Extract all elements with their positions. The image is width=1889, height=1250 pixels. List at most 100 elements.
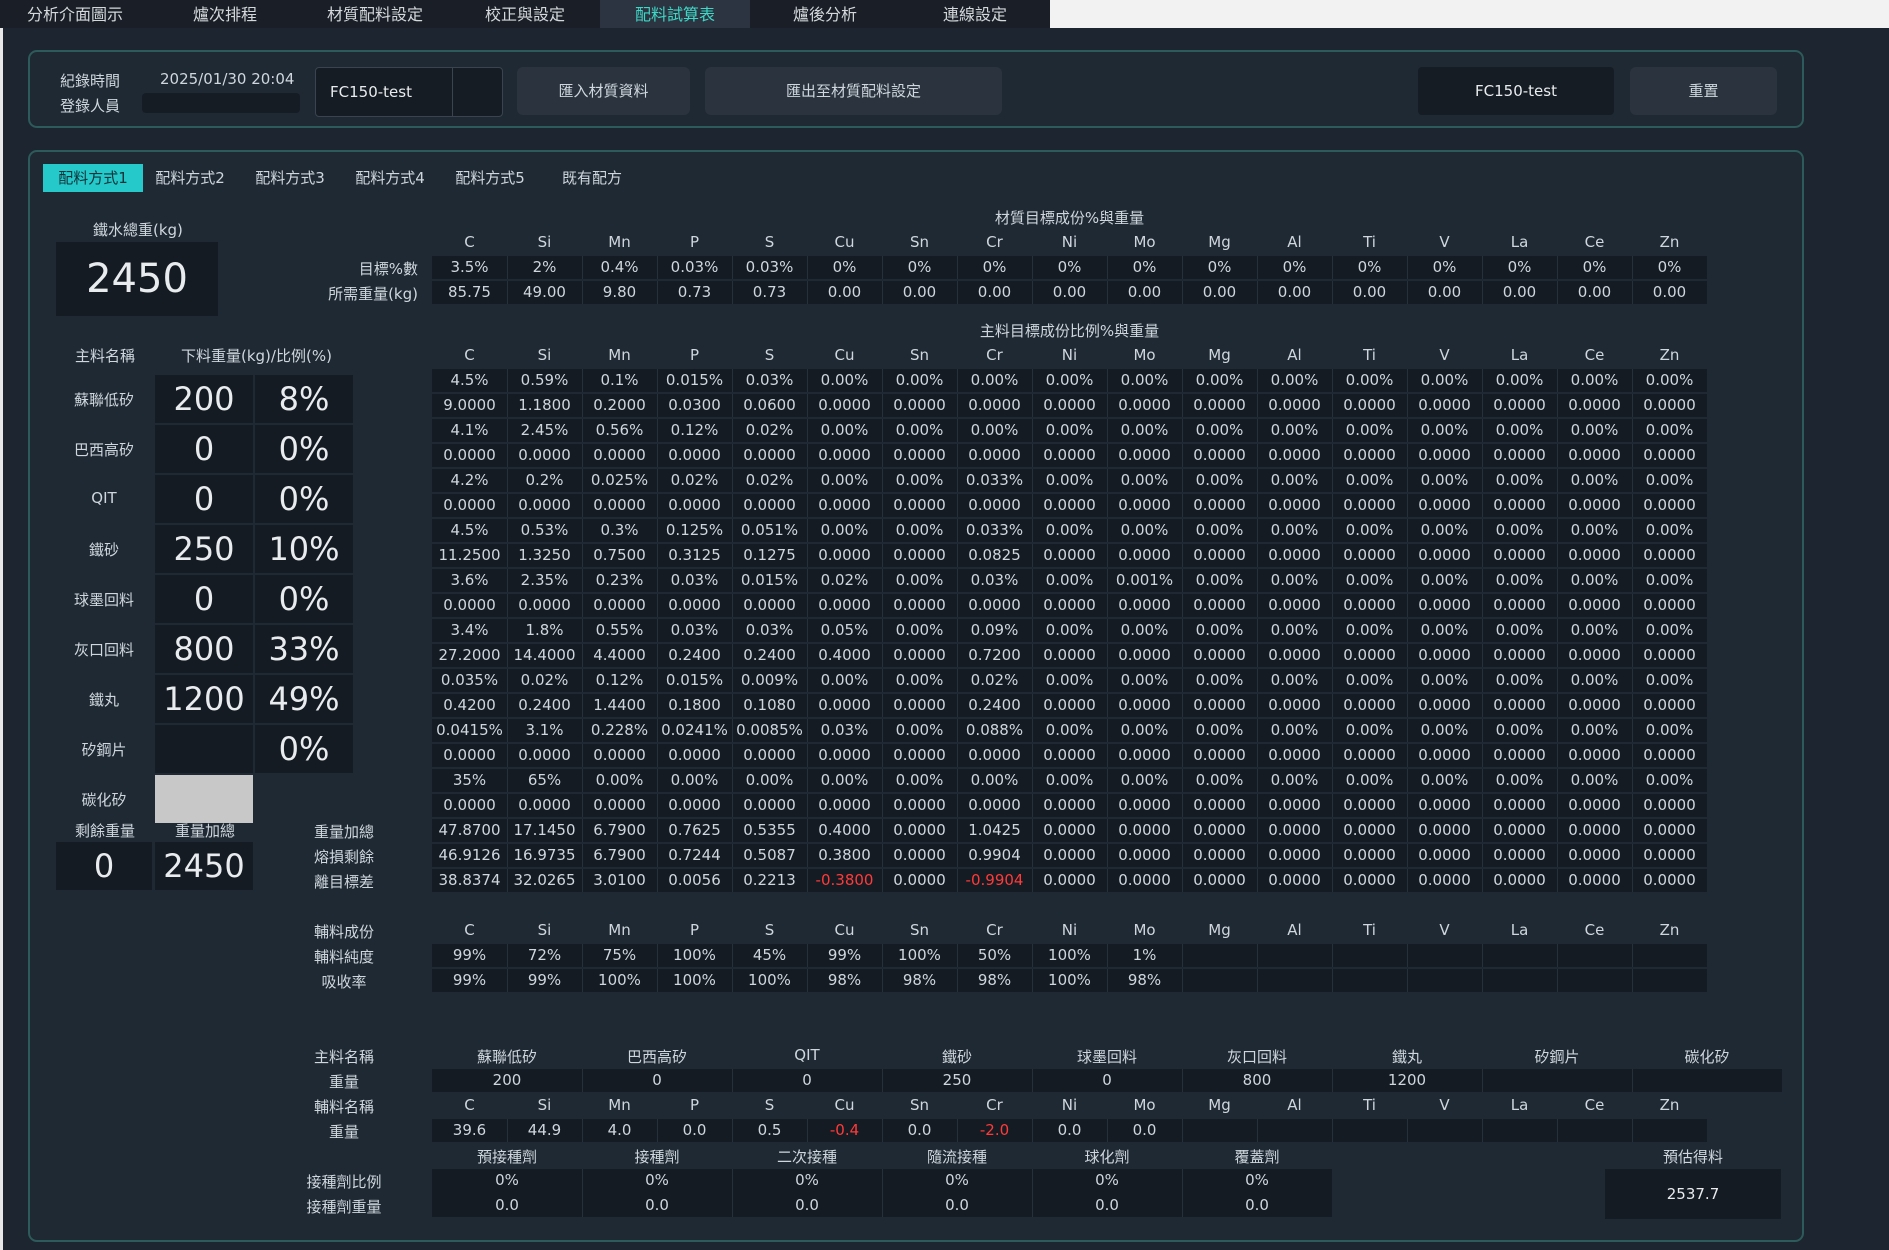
main-comp-row-6-ni[interactable]: 0.00%	[1032, 521, 1107, 539]
aux-row-1-c[interactable]: 99%	[432, 971, 507, 989]
main-comp-row-2-mn[interactable]: 0.56%	[582, 421, 657, 439]
main-comp-row-6-si[interactable]: 0.53%	[507, 521, 582, 539]
aux-row-0-s[interactable]: 45%	[732, 946, 807, 964]
main-comp-row-15-ti[interactable]: 0.0000	[1332, 746, 1407, 764]
aux-row-1-cr[interactable]: 98%	[957, 971, 1032, 989]
main-comp-row-11-mo[interactable]: 0.0000	[1107, 646, 1182, 664]
main-comp-row-12-mo[interactable]: 0.00%	[1107, 671, 1182, 689]
main-comp-row-2-ti[interactable]: 0.00%	[1332, 421, 1407, 439]
main-comp-row-2-si[interactable]: 2.45%	[507, 421, 582, 439]
main-comp-row-0-sn[interactable]: 0.00%	[882, 371, 957, 389]
main-comp-row-13-al[interactable]: 0.0000	[1257, 696, 1332, 714]
main-comp-row-15-mg[interactable]: 0.0000	[1182, 746, 1257, 764]
target-row-0-si[interactable]: 2%	[507, 258, 582, 276]
main-comp-row-2-cr[interactable]: 0.00%	[957, 421, 1032, 439]
material-weight-1[interactable]: 0	[155, 425, 253, 473]
main-comp-row-2-mg[interactable]: 0.00%	[1182, 421, 1257, 439]
main-comp-row-14-al[interactable]: 0.00%	[1257, 721, 1332, 739]
main-comp-row-1-mg[interactable]: 0.0000	[1182, 396, 1257, 414]
user-field[interactable]	[142, 93, 300, 113]
main-comp-row-0-s[interactable]: 0.03%	[732, 371, 807, 389]
main-comp-row-17-s[interactable]: 0.0000	[732, 796, 807, 814]
material-weight-4[interactable]: 0	[155, 575, 253, 623]
main-comp-row-9-c[interactable]: 0.0000	[432, 596, 507, 614]
target-row-0-mn[interactable]: 0.4%	[582, 258, 657, 276]
main-comp-row-11-al[interactable]: 0.0000	[1257, 646, 1332, 664]
main-comp-row-7-p[interactable]: 0.3125	[657, 546, 732, 564]
target-row-0-mo[interactable]: 0%	[1107, 258, 1182, 276]
main-comp-row-5-si[interactable]: 0.0000	[507, 496, 582, 514]
sum-row-2-sn[interactable]: 0.0000	[882, 871, 957, 889]
target-row-1-mn[interactable]: 9.80	[582, 283, 657, 301]
main-comp-row-14-mo[interactable]: 0.00%	[1107, 721, 1182, 739]
main-comp-row-9-ti[interactable]: 0.0000	[1332, 596, 1407, 614]
main-comp-row-13-s[interactable]: 0.1080	[732, 696, 807, 714]
inoculant-ratio-5[interactable]: 0%	[1182, 1171, 1332, 1189]
target-row-1-s[interactable]: 0.73	[732, 283, 807, 301]
main-comp-row-0-ti[interactable]: 0.00%	[1332, 371, 1407, 389]
sum-row-0-mo[interactable]: 0.0000	[1107, 821, 1182, 839]
main-comp-row-3-s[interactable]: 0.0000	[732, 446, 807, 464]
main-comp-row-10-al[interactable]: 0.00%	[1257, 621, 1332, 639]
main-comp-row-11-s[interactable]: 0.2400	[732, 646, 807, 664]
main-comp-row-16-al[interactable]: 0.00%	[1257, 771, 1332, 789]
main-comp-row-11-ce[interactable]: 0.0000	[1557, 646, 1632, 664]
main-comp-row-9-sn[interactable]: 0.0000	[882, 596, 957, 614]
target-row-1-si[interactable]: 49.00	[507, 283, 582, 301]
main-comp-row-7-sn[interactable]: 0.0000	[882, 546, 957, 564]
sum-row-1-la[interactable]: 0.0000	[1482, 846, 1557, 864]
main-comp-row-2-p[interactable]: 0.12%	[657, 421, 732, 439]
main-comp-row-17-ti[interactable]: 0.0000	[1332, 796, 1407, 814]
main-comp-row-16-mo[interactable]: 0.00%	[1107, 771, 1182, 789]
main-comp-row-4-al[interactable]: 0.00%	[1257, 471, 1332, 489]
main-comp-row-11-mg[interactable]: 0.0000	[1182, 646, 1257, 664]
sum-row-1-c[interactable]: 46.9126	[432, 846, 507, 864]
target-row-0-al[interactable]: 0%	[1257, 258, 1332, 276]
main-comp-row-1-cu[interactable]: 0.0000	[807, 396, 882, 414]
main-comp-row-10-cu[interactable]: 0.05%	[807, 621, 882, 639]
main-comp-row-11-cu[interactable]: 0.4000	[807, 646, 882, 664]
main-comp-row-2-ce[interactable]: 0.00%	[1557, 421, 1632, 439]
main-comp-row-3-si[interactable]: 0.0000	[507, 446, 582, 464]
main-comp-row-1-s[interactable]: 0.0600	[732, 396, 807, 414]
aux-row-1-mn[interactable]: 100%	[582, 971, 657, 989]
main-comp-row-0-c[interactable]: 4.5%	[432, 371, 507, 389]
main-comp-row-14-s[interactable]: 0.0085%	[732, 721, 807, 739]
main-comp-row-4-ni[interactable]: 0.00%	[1032, 471, 1107, 489]
sum-row-0-ti[interactable]: 0.0000	[1332, 821, 1407, 839]
main-comp-row-16-c[interactable]: 35%	[432, 771, 507, 789]
main-comp-row-16-si[interactable]: 65%	[507, 771, 582, 789]
main-comp-row-15-s[interactable]: 0.0000	[732, 746, 807, 764]
main-comp-row-8-p[interactable]: 0.03%	[657, 571, 732, 589]
main-comp-row-6-al[interactable]: 0.00%	[1257, 521, 1332, 539]
main-comp-row-6-la[interactable]: 0.00%	[1482, 521, 1557, 539]
main-comp-row-0-cu[interactable]: 0.00%	[807, 371, 882, 389]
main-comp-row-13-ce[interactable]: 0.0000	[1557, 696, 1632, 714]
main-comp-row-5-c[interactable]: 0.0000	[432, 496, 507, 514]
main-comp-row-8-mo[interactable]: 0.001%	[1107, 571, 1182, 589]
main-comp-row-5-v[interactable]: 0.0000	[1407, 496, 1482, 514]
main-comp-row-4-p[interactable]: 0.02%	[657, 471, 732, 489]
main-comp-row-17-v[interactable]: 0.0000	[1407, 796, 1482, 814]
main-comp-row-9-cu[interactable]: 0.0000	[807, 596, 882, 614]
main-comp-row-2-c[interactable]: 4.1%	[432, 421, 507, 439]
sum-row-2-ce[interactable]: 0.0000	[1557, 871, 1632, 889]
main-comp-row-4-mg[interactable]: 0.00%	[1182, 471, 1257, 489]
main-comp-row-7-mo[interactable]: 0.0000	[1107, 546, 1182, 564]
material-weight-2[interactable]: 0	[155, 475, 253, 523]
main-comp-row-0-cr[interactable]: 0.00%	[957, 371, 1032, 389]
menu-item-0[interactable]: 分析介面圖示	[0, 0, 150, 28]
main-comp-row-1-la[interactable]: 0.0000	[1482, 396, 1557, 414]
aux-row-0-c[interactable]: 99%	[432, 946, 507, 964]
main-comp-row-7-ce[interactable]: 0.0000	[1557, 546, 1632, 564]
menu-item-6[interactable]: 連線設定	[900, 0, 1050, 28]
main-comp-row-6-sn[interactable]: 0.00%	[882, 521, 957, 539]
sum-row-2-al[interactable]: 0.0000	[1257, 871, 1332, 889]
summary-aux-weight-s[interactable]: 0.5	[732, 1121, 807, 1139]
main-comp-row-11-ti[interactable]: 0.0000	[1332, 646, 1407, 664]
inoculant-ratio-0[interactable]: 0%	[432, 1171, 582, 1189]
main-comp-row-13-ti[interactable]: 0.0000	[1332, 696, 1407, 714]
main-comp-row-1-ti[interactable]: 0.0000	[1332, 396, 1407, 414]
main-comp-row-11-c[interactable]: 27.2000	[432, 646, 507, 664]
aux-row-1-mo[interactable]: 98%	[1107, 971, 1182, 989]
